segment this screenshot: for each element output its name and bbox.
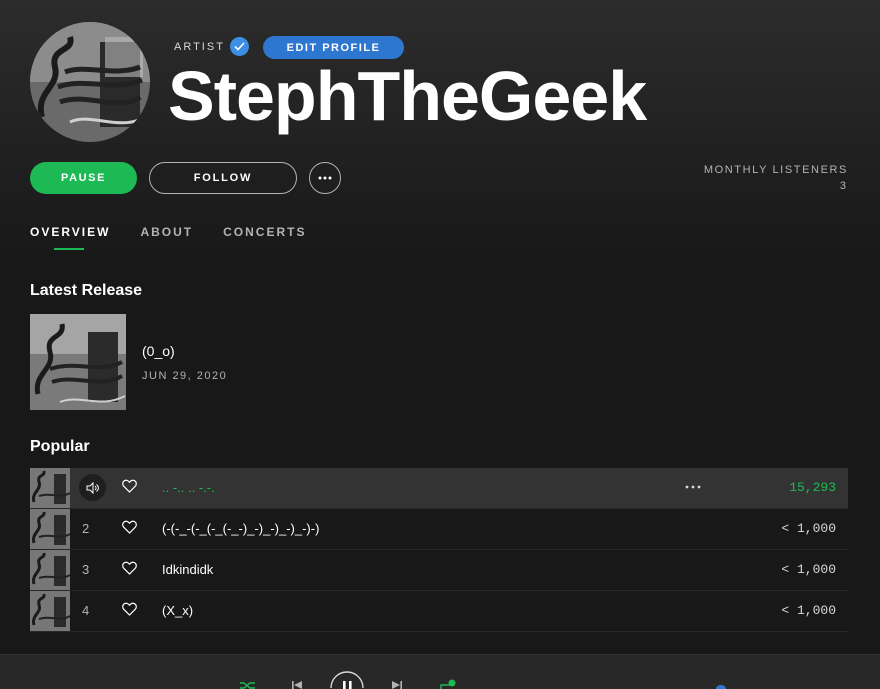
ellipsis-icon	[318, 176, 332, 180]
pause-button[interactable]: PAUSE	[30, 162, 137, 194]
artist-name: StephTheGeek	[168, 57, 647, 135]
track-title[interactable]: Idkindidk	[162, 562, 213, 577]
release-cover[interactable]	[30, 314, 126, 410]
popular-track-list: .. -.. .. -.-. 15,293 2 (-(-_-(-_(-_(-_-…	[30, 468, 848, 632]
heart-icon[interactable]	[122, 602, 137, 621]
monthly-listeners-label: MONTHLY LISTENERS	[703, 164, 848, 176]
track-number: 4	[82, 603, 90, 618]
track-row[interactable]: 2 (-(-_-(-_(-_(-_-)_-)_-)_-)_-)-) < 1,00…	[30, 509, 848, 550]
release-date: JUN 29, 2020	[142, 370, 228, 382]
artist-tag: ARTIST	[174, 41, 225, 53]
track-row[interactable]: 4 (X_x) < 1,000	[30, 591, 848, 632]
release-title[interactable]: (0_o)	[142, 343, 175, 359]
track-row[interactable]: 3 Idkindidk < 1,000	[30, 550, 848, 591]
tab-overview[interactable]: OVERVIEW	[30, 225, 110, 250]
player-bar	[0, 654, 880, 689]
tab-about[interactable]: ABOUT	[140, 225, 193, 249]
speaker-icon[interactable]	[79, 474, 106, 501]
heart-icon[interactable]	[122, 561, 137, 580]
track-thumbnail	[30, 550, 70, 590]
track-number: 3	[82, 562, 90, 577]
track-thumbnail	[30, 509, 70, 549]
more-options-button[interactable]	[309, 162, 341, 194]
heart-icon[interactable]	[122, 479, 137, 498]
tab-concerts[interactable]: CONCERTS	[223, 225, 306, 249]
track-title[interactable]: .. -.. .. -.-.	[162, 480, 215, 495]
pause-icon[interactable]	[330, 671, 364, 689]
track-more-icon[interactable]	[685, 476, 701, 492]
track-title[interactable]: (-(-_-(-_(-_(-_-)_-)_-)_-)_-)-)	[162, 521, 319, 536]
heart-icon[interactable]	[122, 520, 137, 539]
track-play-count: < 1,000	[781, 521, 836, 536]
track-thumbnail	[30, 468, 70, 508]
track-title[interactable]: (X_x)	[162, 603, 193, 618]
track-play-count: < 1,000	[781, 603, 836, 618]
track-row[interactable]: .. -.. .. -.-. 15,293	[30, 468, 848, 509]
artist-tabs: OVERVIEW ABOUT CONCERTS	[30, 225, 336, 250]
track-thumbnail	[30, 591, 70, 631]
verified-badge-icon	[230, 37, 249, 56]
track-number: 2	[82, 521, 90, 536]
popular-heading: Popular	[30, 438, 90, 455]
connect-device-icon[interactable]	[716, 685, 726, 689]
track-play-count: 15,293	[789, 480, 836, 495]
track-play-count: < 1,000	[781, 562, 836, 577]
artist-avatar[interactable]	[30, 22, 150, 142]
latest-release-heading: Latest Release	[30, 282, 143, 299]
monthly-listeners-value: 3	[839, 180, 847, 192]
follow-button[interactable]: FOLLOW	[149, 162, 297, 194]
